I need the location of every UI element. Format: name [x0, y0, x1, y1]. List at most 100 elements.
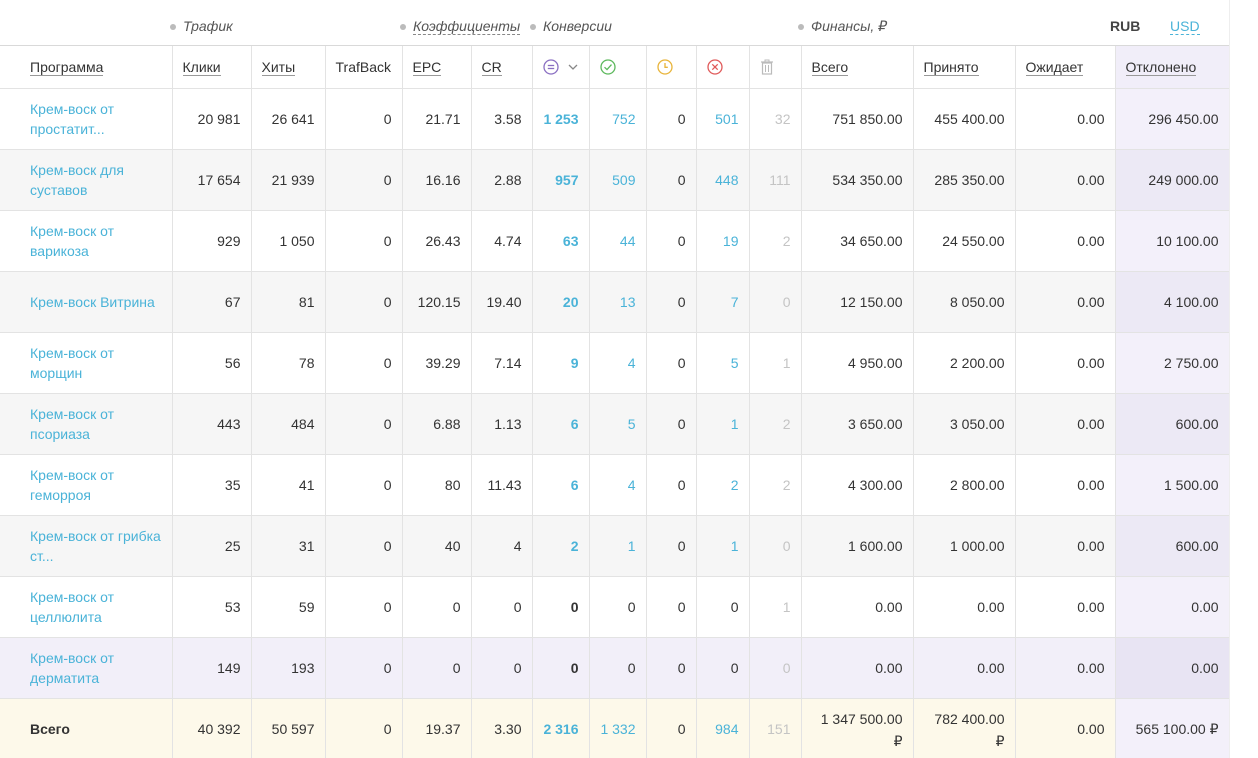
cell-conversions[interactable]: 6: [532, 454, 590, 516]
col-declined-label[interactable]: Отклонено: [1125, 58, 1197, 76]
cell-accepted-count[interactable]: 44: [589, 210, 647, 272]
cell-conversions[interactable]: 957: [532, 149, 590, 211]
col-program-header[interactable]: Программа: [0, 46, 173, 89]
cell-accepted-count[interactable]: 752: [589, 88, 647, 150]
cell-total: 751 850.00: [801, 88, 914, 150]
cell-rejected-count[interactable]: 1: [696, 393, 750, 455]
table-row[interactable]: Крем-воск от дерматита 149 193 0 0 0 0 0 0 0 0 0.00…: [0, 637, 1230, 699]
cell-conversions[interactable]: 6: [532, 393, 590, 455]
cell-cr: 19.40: [471, 271, 533, 333]
program-link[interactable]: Крем-воск от простатит...: [0, 88, 173, 150]
cell-accepted-count[interactable]: 5: [589, 393, 647, 455]
chevron-down-icon[interactable]: [568, 63, 578, 71]
table-row[interactable]: Крем-воск от морщин 56 78 0 39.29 7.14 9 4 0 5 1 4 …: [0, 332, 1230, 394]
col-conversions-header[interactable]: [532, 46, 590, 89]
list-icon[interactable]: [542, 59, 559, 76]
clock-icon[interactable]: [656, 59, 673, 76]
col-accepted-label[interactable]: Принято: [923, 58, 979, 76]
cell-rejected-count[interactable]: 19: [696, 210, 750, 272]
table-row[interactable]: Крем-воск от псориаза 443 484 0 6.88 1.13 6 5 0 1…: [0, 393, 1230, 455]
col-rejected-count-header[interactable]: [696, 46, 750, 89]
program-link[interactable]: Крем-воск от морщин: [0, 332, 173, 394]
cell-rejected-count[interactable]: 448: [696, 149, 750, 211]
col-trash-count-header[interactable]: [749, 46, 802, 89]
table-header-row: Программа Клики Хиты TrafBack EPC CR Все: [0, 46, 1230, 89]
table-row[interactable]: Крем-воск от варикоза 929 1 050 0 26.43 4.74 6…: [0, 210, 1230, 272]
totals-pending-count: 0: [646, 698, 697, 758]
cell-trafback: 0: [325, 332, 403, 394]
cell-accepted-count[interactable]: 13: [589, 271, 647, 333]
cell-total: 534 350.00: [801, 149, 914, 211]
program-link[interactable]: Крем-воск от варикоза: [0, 210, 173, 272]
group-dot-icon: [170, 24, 176, 30]
col-declined-header[interactable]: Отклонено: [1115, 46, 1230, 89]
cell-rejected-count[interactable]: 2: [696, 454, 750, 516]
currency-rub-button[interactable]: RUB: [1110, 18, 1140, 34]
cell-accepted-count[interactable]: 4: [589, 332, 647, 394]
cell-total: 12 150.00: [801, 271, 914, 333]
program-link[interactable]: Крем-воск от дерматита: [0, 637, 173, 699]
col-program-label[interactable]: Программа: [30, 58, 104, 76]
cell-trash-count: 2: [749, 393, 802, 455]
trash-icon[interactable]: [760, 59, 774, 75]
cell-conversions[interactable]: 2: [532, 515, 590, 577]
program-link[interactable]: Крем-воск для суставов: [0, 149, 173, 211]
cell-conversions[interactable]: 9: [532, 332, 590, 394]
cell-conversions[interactable]: 63: [532, 210, 590, 272]
table-row[interactable]: Крем-воск для суставов 17 654 21 939 0 16.16…: [0, 149, 1230, 211]
totals-accepted-count: 1 332: [589, 698, 647, 758]
col-clicks-header[interactable]: Клики: [172, 46, 252, 89]
cell-declined: 4 100.00: [1115, 271, 1230, 333]
table-row[interactable]: Крем-воск Витрина 67 81 0 120.15 19.40 20 13 0 7 0…: [0, 271, 1230, 333]
program-link[interactable]: Крем-воск от псориаза: [0, 393, 173, 455]
cell-pending-count: 0: [646, 515, 697, 577]
col-hits-header[interactable]: Хиты: [251, 46, 326, 89]
cell-trash-count: 0: [749, 515, 802, 577]
col-total-header[interactable]: Всего: [801, 46, 914, 89]
col-pending-label[interactable]: Ожидает: [1025, 58, 1084, 76]
check-circle-icon[interactable]: [599, 59, 616, 76]
cell-rejected-count[interactable]: 501: [696, 88, 750, 150]
cell-clicks: 929: [172, 210, 252, 272]
totals-accepted-value: 782 400.00: [934, 711, 1005, 727]
table-row[interactable]: Крем-воск от грибка ст... 25 31 0 40 4 2 1 0 1 0 1 …: [0, 515, 1230, 577]
col-epc-label[interactable]: EPC: [412, 58, 442, 76]
col-accepted-count-header[interactable]: [589, 46, 647, 89]
program-link[interactable]: Крем-воск от грибка ст...: [0, 515, 173, 577]
cell-conversions[interactable]: 1 253: [532, 88, 590, 150]
col-pending-count-header[interactable]: [646, 46, 697, 89]
cell-pending: 0.00: [1015, 88, 1116, 150]
table-row[interactable]: Крем-воск от целлюлита 53 59 0 0 0 0 0 0 0 1 0.00 0.…: [0, 576, 1230, 638]
table-row[interactable]: Крем-воск от геморроя 35 41 0 80 11.43 6 4 0 2 2 4 …: [0, 454, 1230, 516]
program-link[interactable]: Крем-воск от целлюлита: [0, 576, 173, 638]
cell-rejected-count[interactable]: 1: [696, 515, 750, 577]
col-accepted-header[interactable]: Принято: [913, 46, 1016, 89]
program-link[interactable]: Крем-воск от геморроя: [0, 454, 173, 516]
cell-rejected-count[interactable]: 5: [696, 332, 750, 394]
col-pending-header[interactable]: Ожидает: [1015, 46, 1116, 89]
program-link[interactable]: Крем-воск Витрина: [0, 271, 173, 333]
col-total-label[interactable]: Всего: [811, 58, 849, 76]
col-hits-label[interactable]: Хиты: [261, 58, 296, 76]
col-clicks-label[interactable]: Клики: [182, 58, 221, 76]
cell-pending-count: 0: [646, 454, 697, 516]
group-coefficients[interactable]: Коэффициенты: [400, 18, 521, 35]
cell-accepted-count[interactable]: 1: [589, 515, 647, 577]
table-row[interactable]: Крем-воск от простатит... 20 981 26 641 0 21…: [0, 88, 1230, 150]
col-cr-header[interactable]: CR: [471, 46, 533, 89]
cell-declined: 1 500.00: [1115, 454, 1230, 516]
x-circle-icon[interactable]: [706, 59, 723, 76]
cell-rejected-count[interactable]: 7: [696, 271, 750, 333]
cell-accepted-count[interactable]: 4: [589, 454, 647, 516]
cell-rejected-count: 0: [696, 576, 750, 638]
cell-conversions[interactable]: 20: [532, 271, 590, 333]
group-conversions-label: Конверсии: [543, 18, 612, 34]
cell-accepted-count[interactable]: 509: [589, 149, 647, 211]
cell-clicks: 17 654: [172, 149, 252, 211]
col-cr-label[interactable]: CR: [481, 58, 502, 76]
currency-usd-link[interactable]: USD: [1170, 18, 1200, 35]
group-coefficients-label[interactable]: Коэффициенты: [413, 18, 521, 35]
col-epc-header[interactable]: EPC: [402, 46, 472, 89]
cell-epc: 26.43: [402, 210, 472, 272]
scrollbar[interactable]: [1229, 0, 1258, 758]
